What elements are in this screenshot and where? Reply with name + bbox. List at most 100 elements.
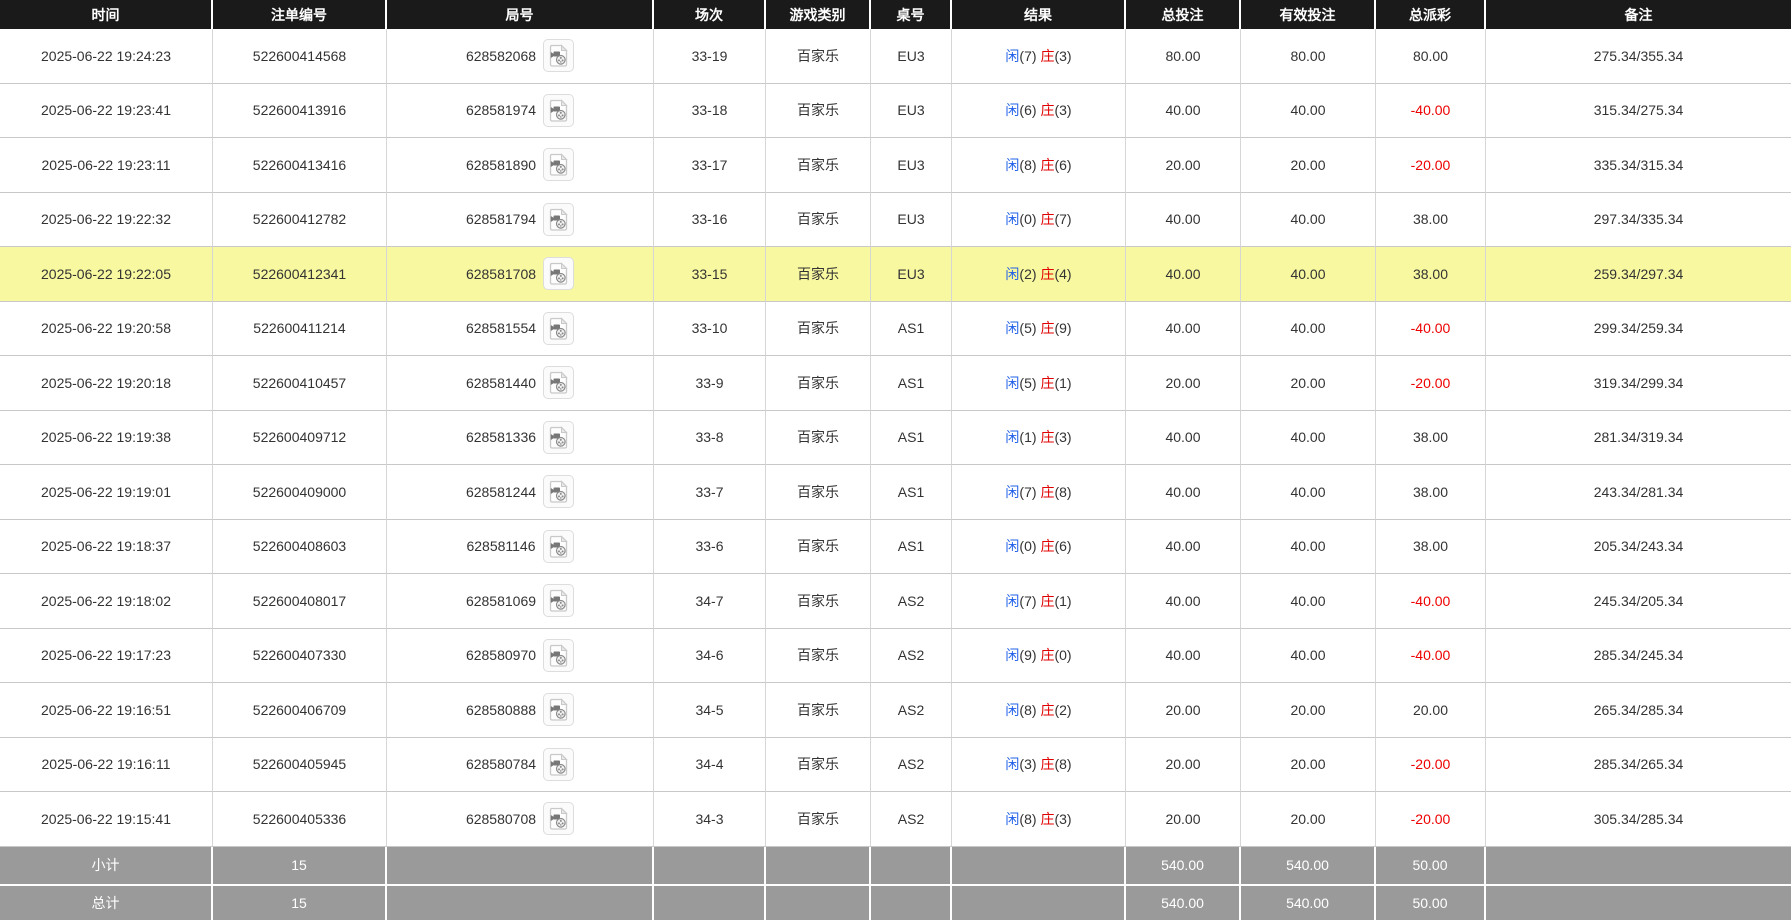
cell-table-no: AS1 <box>871 519 952 574</box>
banker-result-value: (6) <box>1054 156 1072 173</box>
video-replay-button[interactable] <box>543 638 575 672</box>
cell-time: 2025-06-22 19:17:23 <box>0 628 213 683</box>
player-result-label: 闲 <box>1005 320 1020 337</box>
cell-time: 2025-06-22 19:20:18 <box>0 356 213 411</box>
table-row[interactable]: 2025-06-22 19:22:32 522600412782 6285817… <box>0 192 1791 247</box>
cell-session: 33-18 <box>654 83 766 138</box>
cell-game-type: 百家乐 <box>766 301 871 356</box>
summary-row: 总计 15 540.00 540.00 50.00 <box>0 883 1791 920</box>
table-row[interactable]: 2025-06-22 19:18:37 522600408603 6285811… <box>0 519 1791 574</box>
round-id-text: 628581069 <box>465 592 537 609</box>
video-replay-button[interactable] <box>543 475 575 509</box>
banker-result-label: 庄 <box>1040 102 1055 119</box>
player-result-value: (5) <box>1019 374 1037 391</box>
video-replay-button[interactable] <box>543 148 575 182</box>
table-row[interactable]: 2025-06-22 19:20:58 522600411214 6285815… <box>0 301 1791 356</box>
table-row[interactable]: 2025-06-22 19:19:01 522600409000 6285812… <box>0 465 1791 520</box>
column-header-valid_bet: 有效投注 <box>1241 0 1376 29</box>
cell-round-id: 628581440 <box>387 356 654 411</box>
banker-result-label: 庄 <box>1040 429 1055 446</box>
cell-round-id: 628581890 <box>387 138 654 193</box>
banker-result-value: (1) <box>1054 592 1072 609</box>
banker-result-label: 庄 <box>1040 647 1055 664</box>
video-replay-button[interactable] <box>543 420 575 454</box>
player-result-value: (0) <box>1019 211 1037 228</box>
table-row[interactable]: 2025-06-22 19:20:18 522600410457 6285814… <box>0 356 1791 411</box>
cell-remark: 297.34/335.34 <box>1486 192 1791 247</box>
banker-result-value: (8) <box>1054 483 1072 500</box>
cell-total-bet: 20.00 <box>1126 356 1241 411</box>
cell-valid-bet: 40.00 <box>1241 628 1376 683</box>
player-result-label: 闲 <box>1005 592 1020 609</box>
cell-result: 闲(7) 庄(3) <box>952 29 1126 84</box>
cell-bet-id: 522600405945 <box>213 737 387 792</box>
cell-remark: 305.34/285.34 <box>1486 792 1791 847</box>
cell-time: 2025-06-22 19:19:01 <box>0 465 213 520</box>
player-result-value: (7) <box>1019 47 1037 64</box>
video-replay-button[interactable] <box>543 366 575 400</box>
cell-round-id: 628580784 <box>387 737 654 792</box>
banker-result-label: 庄 <box>1040 701 1055 718</box>
video-replay-button[interactable] <box>543 747 575 781</box>
cell-time: 2025-06-22 19:24:23 <box>0 29 213 84</box>
video-replay-button[interactable] <box>543 802 575 836</box>
cell-round-id: 628581244 <box>387 465 654 520</box>
cell-total-payout: 38.00 <box>1376 465 1486 520</box>
table-row[interactable]: 2025-06-22 19:16:51 522600406709 6285808… <box>0 683 1791 738</box>
column-header-session: 场次 <box>654 0 766 29</box>
cell-table-no: EU3 <box>871 29 952 84</box>
cell-session: 34-5 <box>654 683 766 738</box>
cell-total-payout: 20.00 <box>1376 683 1486 738</box>
round-id-text: 628581336 <box>465 429 537 446</box>
video-replay-button[interactable] <box>543 693 575 727</box>
round-id-text: 628581554 <box>465 320 537 337</box>
video-file-icon <box>549 99 568 122</box>
table-row[interactable]: 2025-06-22 19:17:23 522600407330 6285809… <box>0 628 1791 683</box>
video-replay-button[interactable] <box>543 311 575 345</box>
table-row[interactable]: 2025-06-22 19:24:23 522600414568 6285820… <box>0 29 1791 84</box>
cell-total-payout: -20.00 <box>1376 792 1486 847</box>
table-row[interactable]: 2025-06-22 19:23:41 522600413916 6285819… <box>0 83 1791 138</box>
round-id-text: 628582068 <box>465 47 537 64</box>
video-replay-button[interactable] <box>542 529 574 563</box>
table-row[interactable]: 2025-06-22 19:16:11 522600405945 6285807… <box>0 737 1791 792</box>
video-replay-button[interactable] <box>543 257 575 291</box>
video-file-icon <box>549 480 568 503</box>
table-row[interactable]: 2025-06-22 19:22:05 522600412341 6285817… <box>0 247 1791 302</box>
video-replay-button[interactable] <box>543 202 575 236</box>
summary-label: 小计 <box>0 846 213 884</box>
table-row[interactable]: 2025-06-22 19:18:02 522600408017 6285810… <box>0 574 1791 629</box>
banker-result-label: 庄 <box>1040 592 1055 609</box>
table-row[interactable]: 2025-06-22 19:19:38 522600409712 6285813… <box>0 410 1791 465</box>
cell-result: 闲(1) 庄(3) <box>952 410 1126 465</box>
banker-result-label: 庄 <box>1040 756 1055 773</box>
cell-remark: 259.34/297.34 <box>1486 247 1791 302</box>
cell-total-bet: 20.00 <box>1126 737 1241 792</box>
video-replay-button[interactable] <box>543 39 575 73</box>
cell-total-bet: 80.00 <box>1126 29 1241 84</box>
cell-round-id: 628581336 <box>387 410 654 465</box>
cell-bet-id: 522600407330 <box>213 628 387 683</box>
player-result-value: (3) <box>1019 756 1037 773</box>
cell-valid-bet: 20.00 <box>1241 356 1376 411</box>
cell-round-id: 628581974 <box>387 83 654 138</box>
cell-session: 33-9 <box>654 356 766 411</box>
table-row[interactable]: 2025-06-22 19:15:41 522600405336 6285807… <box>0 792 1791 847</box>
video-file-icon <box>549 807 568 830</box>
cell-valid-bet: 40.00 <box>1241 192 1376 247</box>
player-result-value: (2) <box>1019 265 1037 282</box>
banker-result-label: 庄 <box>1040 156 1055 173</box>
cell-session: 34-3 <box>654 792 766 847</box>
player-result-value: (8) <box>1019 701 1037 718</box>
cell-time: 2025-06-22 19:19:38 <box>0 410 213 465</box>
column-header-bet_id: 注单编号 <box>213 0 387 29</box>
cell-game-type: 百家乐 <box>766 737 871 792</box>
table-row[interactable]: 2025-06-22 19:23:11 522600413416 6285818… <box>0 138 1791 193</box>
cell-game-type: 百家乐 <box>766 465 871 520</box>
video-replay-button[interactable] <box>543 584 575 618</box>
cell-table-no: AS1 <box>871 356 952 411</box>
cell-table-no: AS1 <box>871 465 952 520</box>
video-file-icon <box>549 535 568 558</box>
video-replay-button[interactable] <box>543 93 575 127</box>
banker-result-value: (7) <box>1054 211 1072 228</box>
